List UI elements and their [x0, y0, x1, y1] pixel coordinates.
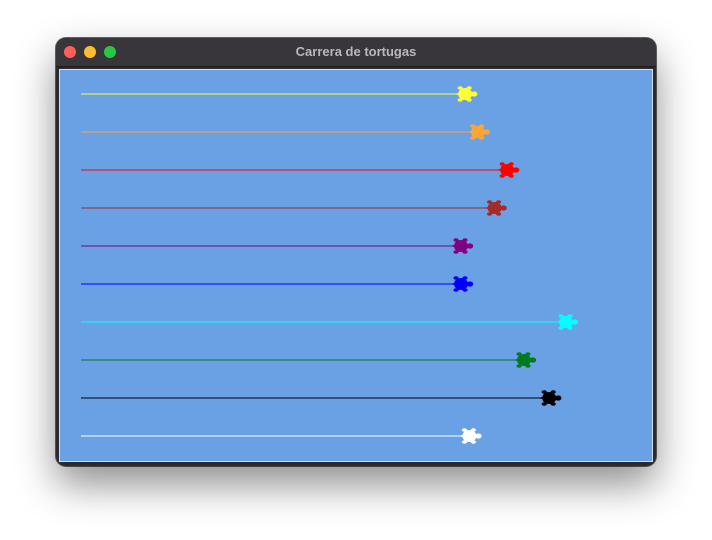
turtle-green-icon — [513, 352, 537, 368]
race-canvas — [63, 73, 649, 458]
title-bar[interactable]: Carrera de tortugas — [56, 38, 656, 67]
turtle-red-icon — [496, 162, 520, 178]
turtle-purple-icon — [450, 238, 474, 254]
turtle-orange-icon — [466, 124, 490, 140]
race-track — [81, 86, 579, 444]
turtle-yellow-icon — [454, 86, 478, 102]
race-canvas-frame — [59, 69, 653, 462]
turtle-blue-icon — [450, 276, 474, 292]
app-window: Carrera de tortugas — [56, 38, 656, 466]
turtle-brown-icon — [483, 200, 507, 216]
window-title: Carrera de tortugas — [295, 44, 417, 59]
turtle-cyan-icon — [555, 314, 579, 330]
turtle-white-icon — [458, 428, 482, 444]
turtle-black-icon — [538, 390, 562, 406]
